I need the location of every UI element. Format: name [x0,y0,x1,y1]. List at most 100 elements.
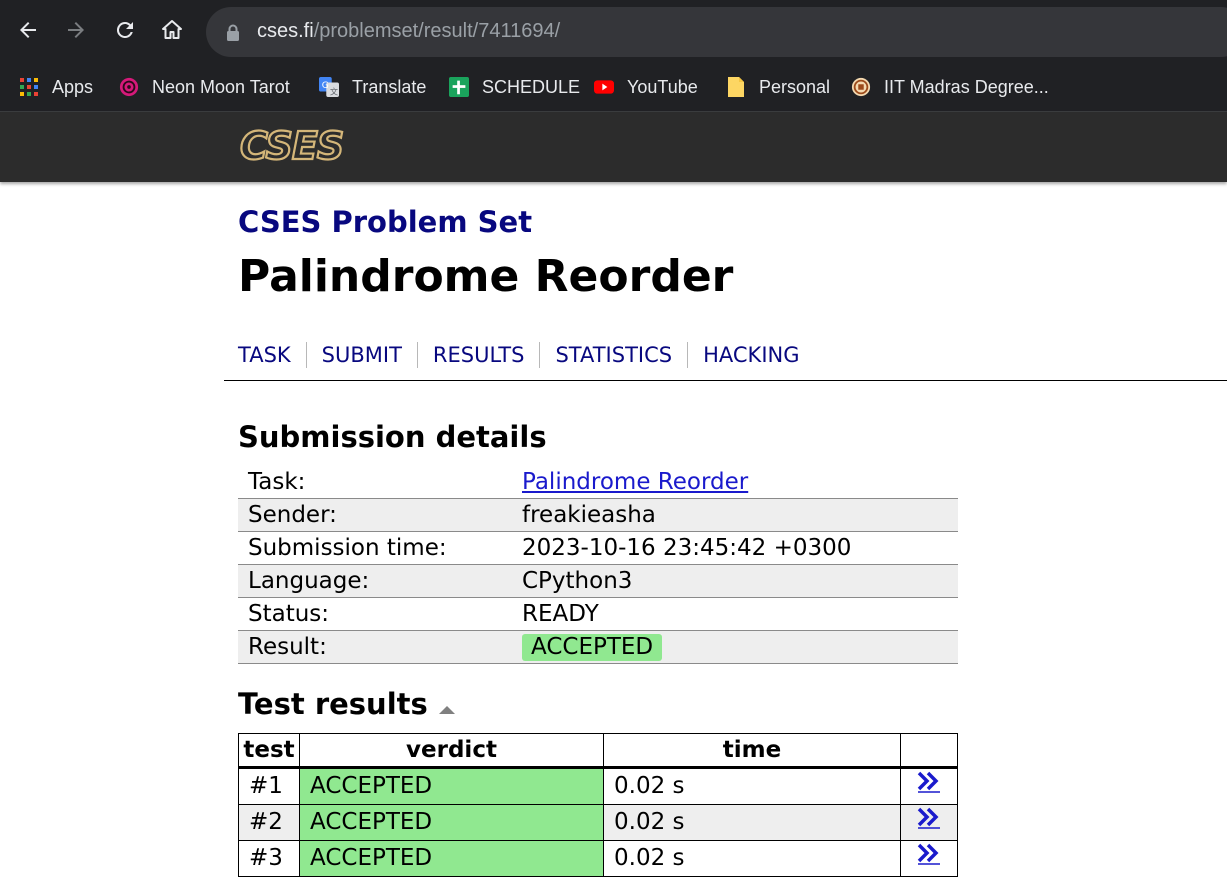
submission-details-heading: Submission details [238,420,547,454]
back-button[interactable] [12,14,44,46]
svg-text:文: 文 [330,86,338,96]
test-number: #1 [238,767,300,805]
detail-value: 2023-10-16 23:45:42 +0300 [512,531,958,565]
test-number: #2 [238,804,300,841]
test-time: 0.02 s [603,767,901,805]
browser-toolbar: cses.fi/problemset/result/7411694/ [0,0,1227,63]
url-path: /problemset/result/7411694/ [313,20,561,42]
bookmarks-bar: Apps Neon Moon Tarot G文 Translate SCHEDU… [0,63,1227,112]
test-results-table: test verdict time #1 ACCEPTED 0.02 s #2 … [238,733,958,877]
test-detail-link[interactable] [900,767,958,805]
bookmark-translate[interactable]: G文 Translate [319,72,426,102]
table-row: Sender: freakieasha [238,498,958,532]
task-link[interactable]: Palindrome Reorder [522,469,748,495]
bookmark-neon-moon-tarot[interactable]: Neon Moon Tarot [119,72,290,102]
cses-logo[interactable]: CSES [238,123,378,169]
home-icon [162,20,182,39]
test-number: #3 [238,840,300,877]
forward-button[interactable] [60,14,92,46]
detail-key: Result: [238,630,512,664]
test-time: 0.02 s [603,804,901,841]
detail-value: freakieasha [512,498,958,532]
url-text: cses.fi/problemset/result/7411694/ [257,18,560,44]
reload-icon [116,21,133,38]
test-time: 0.02 s [603,840,901,877]
bookmark-schedule[interactable]: SCHEDULE [449,72,580,102]
address-bar[interactable]: cses.fi/problemset/result/7411694/ [206,7,1227,57]
nav-divider [224,380,1227,381]
bookmark-label: Personal [759,76,831,97]
test-detail-link[interactable] [900,840,958,877]
bookmark-label: Translate [352,76,427,97]
bookmark-label: SCHEDULE [482,76,581,97]
folder-icon [726,77,746,97]
table-row: #1 ACCEPTED 0.02 s [238,767,958,805]
bookmark-label: Neon Moon Tarot [152,76,290,97]
tab-divider [687,342,689,368]
sheets-icon [449,77,469,97]
iit-madras-icon [851,77,871,97]
youtube-icon [594,77,614,97]
apps-grid-icon [19,77,39,97]
column-header-link [900,733,958,769]
site-header: CSES [0,112,1227,182]
table-row: Status: READY [238,597,958,631]
bookmark-iit-madras[interactable]: IIT Madras Degree... [851,72,1049,102]
test-results-heading: Test results [238,687,456,723]
page-title: Palindrome Reorder [238,251,734,302]
tab-task[interactable]: TASK [238,340,291,370]
table-row: Task: Palindrome Reorder [238,466,958,499]
detail-value: CPython3 [512,564,958,598]
tab-divider [416,342,418,368]
problem-nav: TASK SUBMIT RESULTS STATISTICS HACKING [238,340,800,370]
translate-icon: G文 [319,77,339,97]
svg-text:CSES: CSES [240,128,343,164]
detail-value: ACCEPTED [512,630,958,664]
collapse-triangle-icon[interactable] [438,689,456,723]
neon-moon-tarot-icon [119,77,139,97]
url-host: cses.fi [257,20,314,42]
bookmark-label: IIT Madras Degree... [884,76,1049,97]
test-verdict: ACCEPTED [299,767,604,805]
bookmark-youtube[interactable]: YouTube [594,72,698,102]
tab-submit[interactable]: SUBMIT [322,340,402,370]
tab-statistics[interactable]: STATISTICS [555,340,672,370]
submission-details-table: Task: Palindrome Reorder Sender: freakie… [238,466,958,664]
test-verdict: ACCEPTED [299,840,604,877]
detail-value: READY [512,597,958,631]
detail-key: Status: [238,597,512,631]
table-header-row: test verdict time [238,733,958,769]
detail-key: Language: [238,564,512,598]
tab-results[interactable]: RESULTS [433,340,525,370]
bookmark-label: YouTube [627,76,698,97]
lock-icon [227,24,239,41]
back-arrow-icon [20,22,36,38]
reload-button[interactable] [109,14,141,46]
detail-value: Palindrome Reorder [512,466,958,499]
bookmark-apps[interactable]: Apps [19,72,93,102]
column-header-verdict: verdict [299,733,604,769]
test-verdict: ACCEPTED [299,804,604,841]
forward-arrow-icon [68,22,84,38]
bookmark-label: Apps [52,76,94,97]
bookmark-personal[interactable]: Personal [726,72,830,102]
tab-divider [539,342,541,368]
detail-key: Task: [238,466,512,499]
test-detail-link[interactable] [900,804,958,841]
double-chevron-right-icon [917,771,940,793]
result-badge: ACCEPTED [522,634,663,661]
table-row: Submission time: 2023-10-16 23:45:42 +03… [238,531,958,565]
problem-set-title: CSES Problem Set [238,205,533,239]
table-row: Language: CPython3 [238,564,958,598]
svg-text:G: G [322,81,329,91]
double-chevron-right-icon [917,807,940,829]
tab-divider [305,342,307,368]
detail-key: Submission time: [238,531,512,565]
test-results-title: Test results [238,687,428,721]
tab-hacking[interactable]: HACKING [703,340,799,370]
column-header-test: test [238,733,300,769]
column-header-time: time [603,733,901,769]
table-row: #2 ACCEPTED 0.02 s [238,804,958,841]
double-chevron-right-icon [917,843,940,865]
home-button[interactable] [156,14,188,46]
